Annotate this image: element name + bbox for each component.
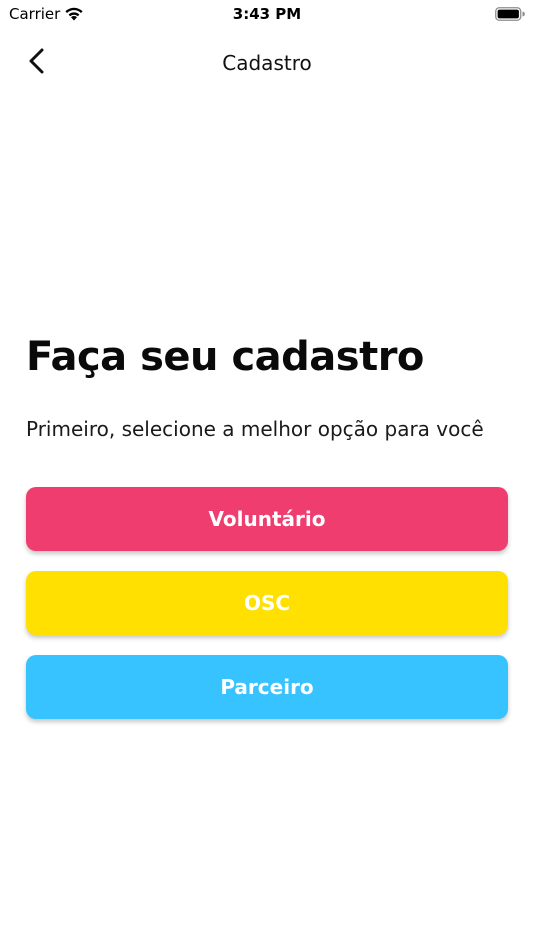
signup-screen: Carrier 3:43 PM Cadastro Faça seu cadast… bbox=[0, 0, 534, 950]
status-bar: Carrier 3:43 PM bbox=[0, 0, 534, 28]
battery-icon bbox=[495, 6, 525, 21]
status-time: 3:43 PM bbox=[232, 5, 302, 23]
osc-button[interactable]: OSC bbox=[26, 571, 508, 635]
volunteer-button[interactable]: Voluntário bbox=[26, 487, 508, 551]
page-title: Faça seu cadastro bbox=[26, 334, 424, 380]
nav-title: Cadastro bbox=[222, 51, 312, 75]
partner-button[interactable]: Parceiro bbox=[26, 655, 508, 719]
navigation-bar: Cadastro bbox=[0, 36, 534, 90]
page-subtitle: Primeiro, selecione a melhor opção para … bbox=[26, 417, 484, 441]
